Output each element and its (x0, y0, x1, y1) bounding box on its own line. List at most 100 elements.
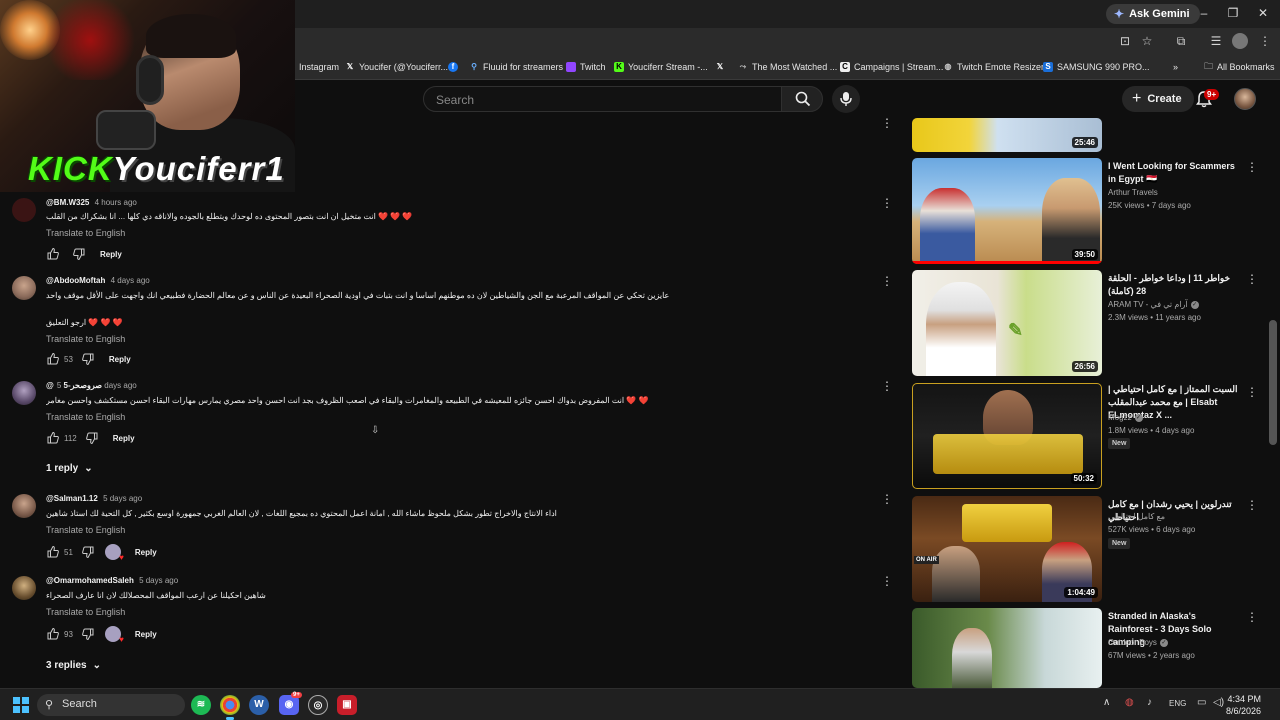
comment-avatar[interactable] (12, 276, 36, 300)
video-thumbnail[interactable]: 25:46 (912, 118, 1102, 152)
chevron-up-icon[interactable]: ∧ (1103, 697, 1110, 708)
video-thumbnail[interactable]: ✎ 26:56 (912, 270, 1102, 376)
taskbar-search[interactable]: ⚲ Search (37, 694, 185, 716)
thumbs-down-icon[interactable] (72, 247, 86, 261)
comment-menu-icon[interactable]: ⋮ (877, 274, 897, 288)
restore-icon[interactable]: ❐ (1226, 6, 1240, 20)
create-button[interactable]: + Create (1122, 86, 1194, 112)
comment-time[interactable]: 5 days ago (103, 494, 142, 503)
language-indicator[interactable]: ENG (1169, 699, 1186, 708)
video-thumbnail[interactable]: ON AIR 1:04:49 (912, 496, 1102, 602)
minimize-icon[interactable]: – (1197, 6, 1211, 20)
extensions-icon[interactable]: ⧉ (1173, 33, 1189, 49)
bookmark-instagram[interactable]: Instagram (299, 59, 339, 75)
user-avatar[interactable] (1234, 88, 1256, 110)
bookmark-twitch-emote-resizer[interactable]: ◍ Twitch Emote Resizer (943, 59, 1045, 75)
bookmark-youciferr-stream[interactable]: K Youciferr Stream -... (614, 59, 708, 75)
reply-button[interactable]: Reply (113, 434, 135, 443)
video-channel[interactable]: Arthur Travels (1108, 188, 1158, 197)
youtube-search-input[interactable]: Search (423, 86, 782, 112)
comment-avatar[interactable] (12, 576, 36, 600)
video-menu-icon[interactable]: ⋮ (1246, 160, 1258, 174)
comment-menu-icon[interactable]: ⋮ (877, 379, 897, 393)
profile-avatar[interactable] (1232, 33, 1248, 49)
thumbs-down-icon[interactable] (85, 431, 99, 445)
all-bookmarks-button[interactable]: 🗀 All Bookmarks (1204, 59, 1275, 75)
windows-start-icon[interactable] (13, 697, 29, 713)
ask-gemini-button[interactable]: ✦ Ask Gemini (1106, 4, 1200, 24)
microphone-tray-icon[interactable]: ♪ (1147, 697, 1152, 708)
reply-button[interactable]: Reply (100, 250, 122, 259)
thumbs-down-icon[interactable] (81, 352, 95, 366)
taskbar-clock[interactable]: 4:34 PM 8/6/2026 (1226, 693, 1261, 717)
comment-menu-icon[interactable]: ⋮ (877, 574, 897, 588)
view-replies-button[interactable]: 1 reply ⌄ (46, 463, 93, 474)
comment-avatar[interactable] (12, 381, 36, 405)
reply-button[interactable]: Reply (135, 548, 157, 557)
video-channel[interactable]: Mogzz ✓ (1108, 413, 1143, 422)
translate-link[interactable]: Translate to English (46, 228, 125, 238)
video-menu-icon[interactable]: ⋮ (1246, 272, 1258, 286)
browser-menu-icon[interactable]: ⋮ (1257, 33, 1273, 49)
bookmark-samsung[interactable]: S SAMSUNG 990 PRO... (1043, 59, 1150, 75)
video-menu-icon[interactable]: ⋮ (1246, 610, 1258, 624)
thumbs-up-icon[interactable] (46, 352, 60, 366)
comment-author[interactable]: @OmarmohamedSaleh (46, 576, 134, 585)
comment-time[interactable]: 5 days ago (139, 576, 178, 585)
bookmark-most-watched[interactable]: ⤳ The Most Watched ... (738, 59, 837, 75)
reading-list-icon[interactable]: ☰ (1208, 33, 1224, 49)
voice-search-button[interactable] (832, 85, 860, 113)
thumbs-up-icon[interactable] (46, 431, 60, 445)
thumbs-down-icon[interactable] (81, 627, 95, 641)
video-thumbnail[interactable]: 39:50 (912, 158, 1102, 264)
video-thumbnail[interactable]: 50:32 (912, 383, 1102, 489)
view-replies-button[interactable]: 3 replies ⌄ (46, 660, 101, 671)
video-channel[interactable]: ARAM TV - آرام تي في ✓ (1108, 300, 1199, 309)
bookmarks-overflow-button[interactable]: » (1173, 59, 1178, 75)
bookmark-facebook[interactable]: f (448, 59, 458, 75)
close-icon[interactable]: ✕ (1256, 6, 1270, 20)
tray-app-icon[interactable]: ◍ (1125, 697, 1134, 708)
comment-avatar[interactable] (12, 494, 36, 518)
thumbs-up-icon[interactable] (46, 627, 60, 641)
bookmark-fluuid[interactable]: ⚲ Fluuid for streamers (469, 59, 563, 75)
bookmark-star-icon[interactable]: ☆ (1139, 33, 1155, 49)
thumbs-down-icon[interactable] (81, 545, 95, 559)
bookmark-youcifer-x[interactable]: 𝕏 Youcifer (@Youciferr... (345, 59, 448, 75)
spotify-icon[interactable]: ≋ (191, 695, 211, 715)
comment-time[interactable]: 4 hours ago (95, 198, 137, 207)
chrome-icon[interactable] (220, 695, 240, 720)
translate-link[interactable]: Translate to English (46, 334, 125, 344)
page-scrollbar[interactable] (1269, 320, 1277, 445)
thumbs-up-icon[interactable] (46, 545, 60, 559)
discord-icon[interactable]: ◉ (279, 695, 299, 715)
video-menu-icon[interactable]: ⋮ (1246, 498, 1258, 512)
video-thumbnail[interactable] (912, 608, 1102, 688)
comment-author[interactable]: @صروصحر-5 (46, 381, 102, 390)
video-channel[interactable]: مع كامل احتياطي (1108, 512, 1165, 521)
bookmark-x[interactable]: 𝕏 (715, 59, 725, 75)
bookmark-campaigns[interactable]: C Campaigns | Stream... (840, 59, 943, 75)
reply-button[interactable]: Reply (109, 355, 131, 364)
translate-link[interactable]: Translate to English (46, 412, 125, 422)
reply-button[interactable]: Reply (135, 630, 157, 639)
translate-link[interactable]: Translate to English (46, 607, 125, 617)
video-menu-icon[interactable]: ⋮ (1246, 385, 1258, 399)
network-icon[interactable]: ▭ (1197, 697, 1206, 708)
bookmark-twitch[interactable]: Twitch (566, 59, 606, 75)
comment-author[interactable]: @BM.W325 (46, 198, 89, 207)
comment-menu-icon[interactable]: ⋮ (877, 492, 897, 506)
thumbs-up-icon[interactable] (46, 247, 60, 261)
comment-menu-icon[interactable]: ⋮ (877, 116, 897, 130)
streamlabs-icon[interactable]: ▣ (337, 695, 357, 715)
translate-link[interactable]: Translate to English (46, 525, 125, 535)
volume-icon[interactable]: ◁) (1213, 697, 1224, 708)
video-channel[interactable]: Outdoor Boys ✓ (1108, 638, 1168, 647)
obs-icon[interactable]: ◎ (308, 695, 328, 715)
wordpad-icon[interactable]: W (249, 695, 269, 715)
video-title[interactable]: I Went Looking for Scammers in Egypt 🇪🇬 (1108, 160, 1242, 186)
comment-menu-icon[interactable]: ⋮ (877, 196, 897, 210)
comment-author[interactable]: @AbdooMoftah (46, 276, 105, 285)
comment-avatar[interactable] (12, 198, 36, 222)
comment-author[interactable]: @Salman1.12 (46, 494, 98, 503)
